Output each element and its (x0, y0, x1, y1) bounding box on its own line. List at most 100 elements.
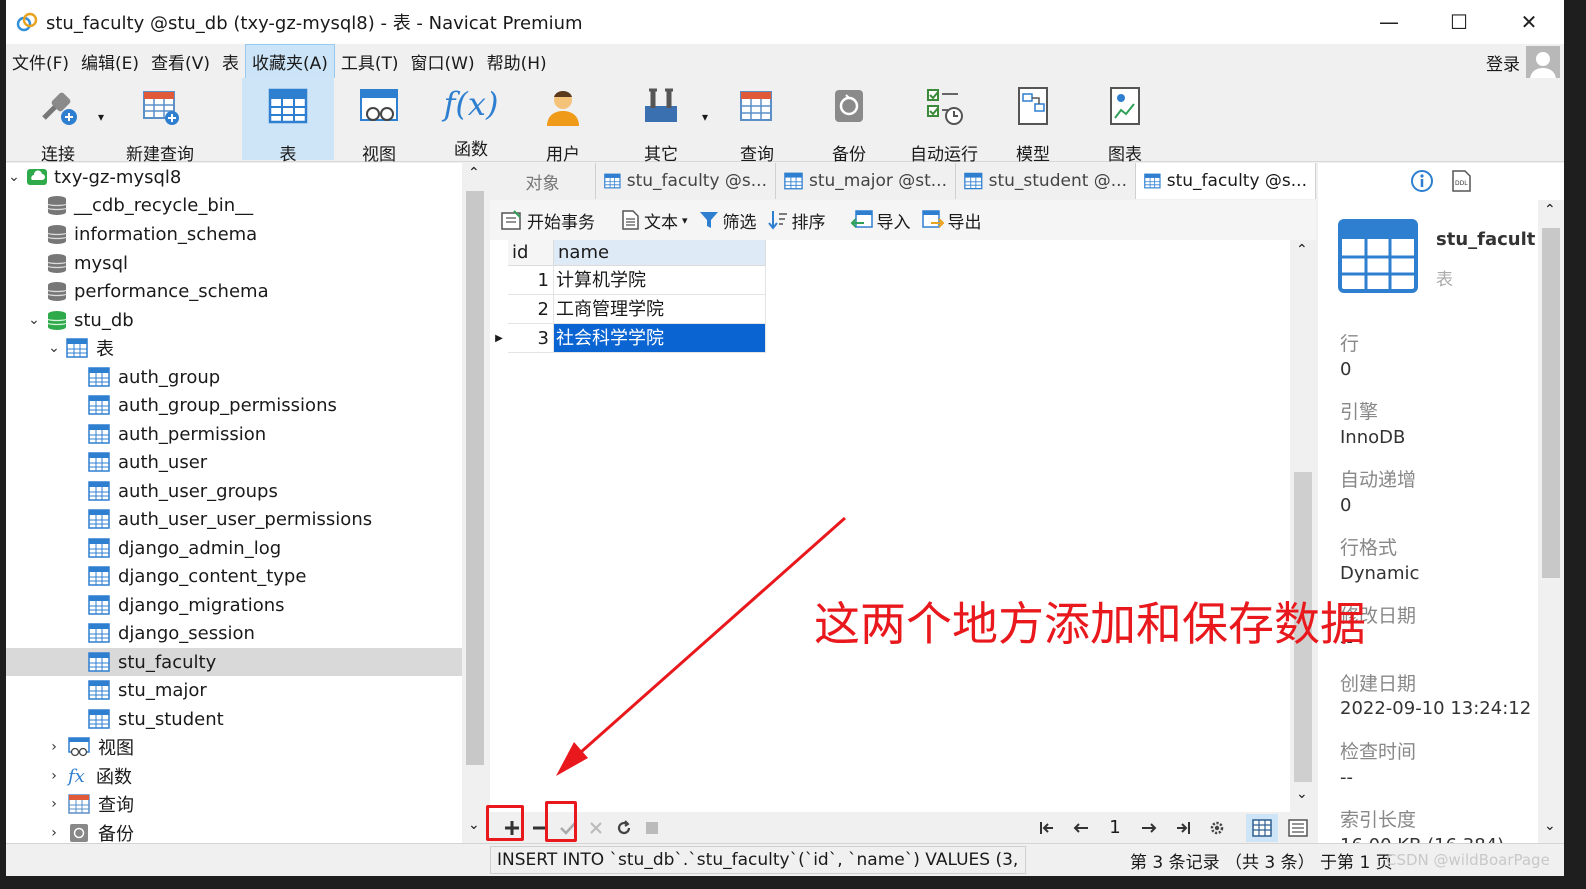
import-button[interactable]: 导入 (850, 208, 911, 233)
menu-edit[interactable]: 编辑(E) (75, 45, 145, 78)
chevron-right-icon[interactable]: › (46, 768, 62, 784)
cell-name[interactable]: 工商管理学院 (554, 295, 766, 324)
cell-id[interactable]: 2 (508, 295, 554, 324)
scroll-down-icon[interactable]: ⌄ (1296, 786, 1308, 802)
info-scroll-thumb[interactable] (1542, 228, 1560, 578)
menu-help[interactable]: 帮助(H) (481, 45, 553, 78)
chevron-down-icon[interactable]: ⌄ (6, 169, 22, 185)
info-scrollbar[interactable]: ⌃ ⌄ (1538, 200, 1564, 843)
page-number-field[interactable]: 1 (1098, 817, 1132, 838)
tree-functions-folder[interactable]: › fx 函数 (46, 762, 132, 790)
chevron-right-icon[interactable]: › (46, 739, 62, 755)
tab-stu-faculty-1[interactable]: stu_faculty @s... (596, 163, 776, 199)
chevron-right-icon[interactable]: › (46, 796, 62, 812)
avatar[interactable] (1526, 46, 1560, 80)
tree-db-stu-db[interactable]: ⌄ stu_db (26, 306, 134, 334)
tree-table-item[interactable]: stu_student (88, 705, 224, 733)
tree-views-folder[interactable]: › 视图 (46, 733, 134, 761)
tree-table-item[interactable]: auth_group (88, 363, 220, 391)
login-link[interactable]: 登录 (1486, 50, 1520, 75)
tab-objects[interactable]: 对象 (490, 163, 596, 199)
connect-dropdown-icon[interactable]: ▾ (98, 110, 104, 124)
export-button[interactable]: 导出 (921, 208, 982, 233)
view-button[interactable]: 视图 (338, 78, 420, 165)
scroll-up-icon[interactable]: ⌃ (1544, 202, 1556, 218)
tree-table-item[interactable]: stu_major (88, 676, 207, 704)
sort-button[interactable]: 排序 (767, 208, 826, 233)
grid-scrollbar[interactable]: ⌃ ⌄ (1290, 240, 1316, 812)
cell-id[interactable]: 3 (508, 324, 554, 353)
tree-db-mysql[interactable]: mysql (46, 249, 128, 277)
tree-table-item[interactable]: auth_user (88, 448, 207, 476)
cell-name[interactable]: 社会科学学院 (554, 324, 766, 353)
tree-table-item[interactable]: auth_group_permissions (88, 391, 337, 419)
ddl-icon[interactable]: DDL (1450, 169, 1472, 193)
new-query-button[interactable]: 新建查询 (112, 78, 208, 165)
chevron-down-icon[interactable]: ⌄ (46, 340, 62, 356)
chevron-right-icon[interactable]: › (46, 825, 62, 841)
scroll-down-icon[interactable]: ⌄ (468, 817, 480, 833)
first-page-button[interactable] (1033, 814, 1061, 842)
tree-table-item[interactable]: auth_user_user_permissions (88, 505, 372, 533)
table-row[interactable]: 1 计算机学院 (490, 266, 766, 295)
menu-table[interactable]: 表 (216, 45, 245, 78)
other-dropdown-icon[interactable]: ▾ (702, 110, 708, 124)
stop-button[interactable] (638, 814, 666, 842)
table-button[interactable]: 表 (242, 78, 334, 165)
tree-db-information-schema[interactable]: information_schema (46, 220, 257, 248)
column-header-id[interactable]: id (508, 240, 554, 266)
maximize-button[interactable]: ☐ (1424, 0, 1494, 44)
cell-id[interactable]: 1 (508, 266, 554, 295)
tab-stu-faculty-active[interactable]: stu_faculty @s... (1136, 163, 1316, 199)
text-button[interactable]: 文本 ▾ (619, 208, 688, 233)
table-row[interactable]: 2 工商管理学院 (490, 295, 766, 324)
tab-stu-major[interactable]: stu_major @st... (776, 163, 956, 199)
scroll-down-icon[interactable]: ⌄ (1544, 818, 1556, 834)
menu-favorites[interactable]: 收藏夹(A) (244, 43, 335, 79)
next-page-button[interactable] (1135, 814, 1163, 842)
column-header-name[interactable]: name (554, 240, 766, 266)
tree-tables-folder[interactable]: ⌄ 表 (46, 334, 114, 362)
table-row-selected[interactable]: ▶ 3 社会科学学院 (490, 324, 766, 353)
scroll-up-icon[interactable]: ⌃ (1296, 242, 1308, 258)
menu-window[interactable]: 窗口(W) (405, 45, 481, 78)
tree-table-item[interactable]: django_session (88, 619, 255, 647)
function-button[interactable]: f(x) 函数 (430, 78, 512, 161)
filter-button[interactable]: 筛选 (698, 208, 757, 233)
model-button[interactable]: 模型 (992, 78, 1074, 165)
last-page-button[interactable] (1169, 814, 1197, 842)
begin-transaction-button[interactable]: 开始事务 (500, 208, 595, 233)
chart-button[interactable]: 图表 (1084, 78, 1166, 165)
backup-button[interactable]: 备份 (808, 78, 890, 165)
info-icon[interactable] (1410, 169, 1434, 193)
user-button[interactable]: 用户 (522, 78, 604, 165)
grid-view-button[interactable] (1246, 813, 1278, 842)
tab-stu-student[interactable]: stu_student @... (956, 163, 1136, 199)
close-button[interactable]: ✕ (1494, 0, 1564, 44)
menu-file[interactable]: 文件(F) (6, 45, 75, 78)
minimize-button[interactable]: — (1354, 0, 1424, 44)
menu-view[interactable]: 查看(V) (145, 45, 216, 78)
prev-page-button[interactable] (1067, 814, 1095, 842)
query-button[interactable]: 查询 (716, 78, 798, 165)
sql-preview[interactable]: INSERT INTO `stu_db`.`stu_faculty`(`id`,… (490, 846, 1026, 874)
tree-table-item[interactable]: django_migrations (88, 591, 285, 619)
tree-scroll-thumb[interactable] (466, 191, 484, 765)
settings-button[interactable] (1203, 814, 1231, 842)
tree-table-item[interactable]: django_content_type (88, 562, 306, 590)
tree-backups-folder[interactable]: › 备份 (46, 819, 134, 843)
tree-db-cdb-recycle-bin[interactable]: __cdb_recycle_bin__ (46, 191, 253, 219)
tree-table-item[interactable]: django_admin_log (88, 534, 281, 562)
tree-table-item[interactable]: auth_user_groups (88, 477, 278, 505)
menu-tools[interactable]: 工具(T) (335, 45, 405, 78)
tree-table-item-selected[interactable]: stu_faculty (6, 648, 462, 676)
chevron-down-icon[interactable]: ⌄ (26, 312, 42, 328)
connect-button[interactable]: 连接 (20, 78, 96, 165)
tree-queries-folder[interactable]: › 查询 (46, 790, 134, 818)
other-button[interactable]: 其它 (620, 78, 702, 165)
form-view-button[interactable] (1284, 814, 1312, 842)
discard-changes-button[interactable] (582, 814, 610, 842)
tree-table-item[interactable]: auth_permission (88, 420, 266, 448)
tree-scrollbar[interactable]: ⌃ ⌄ (462, 163, 488, 843)
cell-name[interactable]: 计算机学院 (554, 266, 766, 295)
